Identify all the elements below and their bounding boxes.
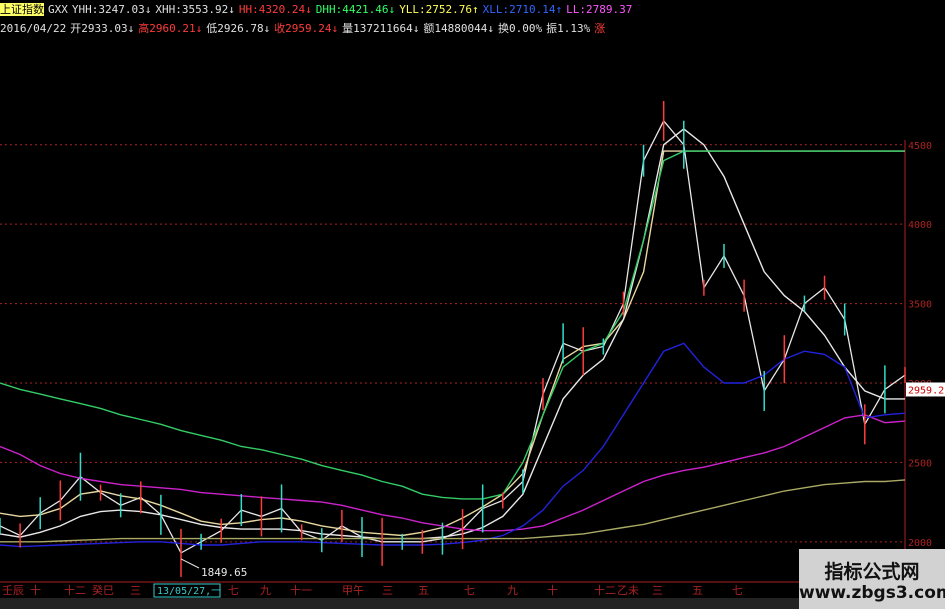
- low-point-leader: [180, 558, 200, 569]
- watermark-cn: 指标公式网: [824, 561, 920, 583]
- y-tick-4000: 4000: [908, 220, 932, 231]
- x-label-7: 九: [260, 584, 271, 597]
- x-label-15: 十二: [594, 583, 616, 597]
- x-label-11: 五: [418, 584, 429, 597]
- x-label-1: 十: [30, 583, 41, 597]
- x-label-19: 七: [732, 584, 743, 597]
- y-tick-2500: 2500: [908, 458, 932, 469]
- x-label-12: 七: [464, 584, 475, 597]
- x-label-6: 七: [228, 584, 239, 597]
- series-ma_magenta: [0, 414, 906, 532]
- low-point-label: 1849.65: [201, 566, 247, 579]
- y-tick-4500: 4500: [908, 141, 932, 152]
- cursor-date: 13/05/27,一: [157, 586, 221, 597]
- current-price-label: 2959.2: [908, 385, 944, 396]
- series-ma_green: [0, 150, 905, 500]
- series-ma_white: [0, 128, 905, 540]
- series-ma_blue: [0, 342, 906, 548]
- series-ma_tan: [0, 150, 905, 537]
- x-label-3: 癸巳: [92, 583, 114, 597]
- x-label-14: 十: [547, 583, 558, 597]
- x-label-2: 十二: [64, 583, 86, 597]
- series-price: [0, 119, 906, 554]
- x-label-4: 三: [130, 584, 141, 597]
- bottom-status-strip: [0, 598, 800, 609]
- watermark: 指标公式网 www.zbgs3.com: [799, 549, 945, 609]
- x-label-10: 三: [382, 584, 393, 597]
- x-label-0: 壬辰: [2, 584, 24, 597]
- x-label-13: 九: [507, 584, 518, 597]
- y-tick-3500: 3500: [908, 300, 932, 311]
- price-chart[interactable]: 4500400035003000250020002959.21849.65壬辰十…: [0, 0, 945, 609]
- x-label-17: 三: [652, 584, 663, 597]
- x-label-18: 五: [692, 584, 703, 597]
- x-label-8: 十一: [290, 583, 312, 597]
- x-label-16: 乙未: [617, 584, 639, 597]
- y-tick-2000: 2000: [908, 538, 932, 549]
- x-label-9: 甲午: [342, 584, 364, 597]
- watermark-en: www.zbgs3.com: [799, 583, 945, 603]
